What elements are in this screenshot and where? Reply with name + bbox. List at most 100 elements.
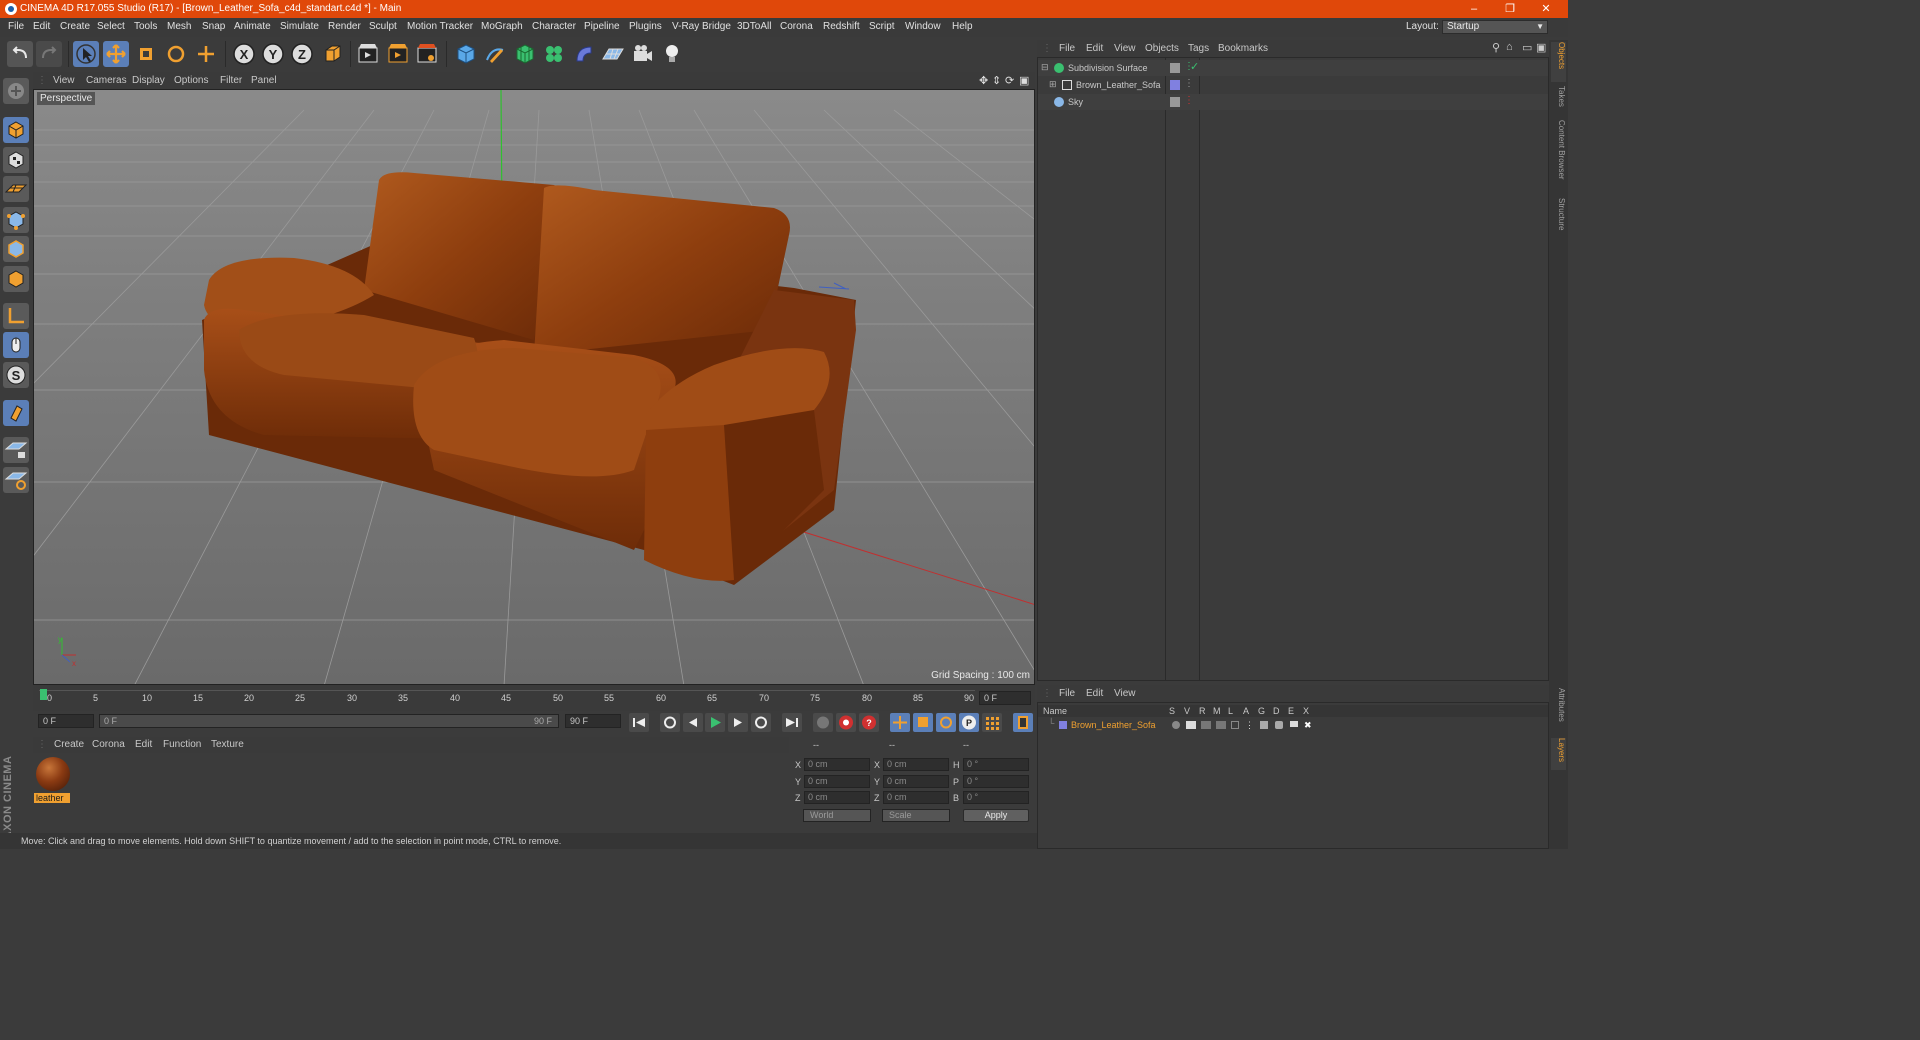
render-toggle-icon[interactable] — [1201, 721, 1211, 729]
collapse-icon[interactable]: ⊟ — [1041, 62, 1049, 73]
menu-pipeline[interactable]: Pipeline — [584, 21, 620, 32]
make-editable-icon[interactable] — [3, 78, 29, 104]
tab-structure[interactable]: Structure — [1551, 198, 1566, 238]
frame-range-slider[interactable]: 0 F 90 F — [99, 714, 559, 728]
key-rotation-icon[interactable] — [936, 713, 956, 732]
snap-icon[interactable]: S — [3, 362, 29, 388]
maximize-view-icon[interactable]: ▣ — [1019, 74, 1029, 87]
render-to-picture-viewer-icon[interactable] — [385, 41, 411, 67]
locked-workplane-icon[interactable] — [3, 437, 29, 463]
size-mode-select[interactable]: Scale — [882, 809, 950, 822]
menu-redshift[interactable]: Redshift — [823, 21, 860, 32]
object-name[interactable]: Sky — [1068, 97, 1083, 107]
texture-mode-icon[interactable] — [3, 147, 29, 173]
pos-x-field[interactable]: 0 cm — [804, 758, 870, 771]
rot-h-field[interactable]: 0 ° — [963, 758, 1029, 771]
vp-menu-filter[interactable]: Filter — [220, 75, 242, 86]
lay-menu-file[interactable]: File — [1059, 688, 1075, 699]
model-mode-icon[interactable] — [3, 117, 29, 143]
x-axis-lock-icon[interactable]: X — [231, 41, 257, 67]
dolly-icon[interactable]: ⇕ — [992, 74, 1001, 87]
expand-icon[interactable]: ⊞ — [1049, 79, 1057, 90]
size-y-field[interactable]: 0 cm — [883, 775, 949, 788]
end-frame-field[interactable]: 90 F — [565, 714, 621, 728]
close-icon[interactable]: ✕ — [1528, 0, 1564, 18]
axis-mode-icon[interactable] — [3, 303, 29, 329]
record-keys-disabled-icon[interactable] — [813, 713, 833, 732]
layout-select[interactable]: Startup ▼ — [1442, 20, 1548, 34]
vp-menu-display[interactable]: Display — [132, 75, 165, 86]
menu-snap[interactable]: Snap — [202, 21, 225, 32]
vp-menu-view[interactable]: View — [53, 75, 75, 86]
menu-mesh[interactable]: Mesh — [167, 21, 191, 32]
menu-simulate[interactable]: Simulate — [280, 21, 319, 32]
rot-b-field[interactable]: 0 ° — [963, 791, 1029, 804]
autokey-icon[interactable]: ? — [859, 713, 879, 732]
expand-icon[interactable]: ▣ — [1536, 41, 1546, 54]
menu-sculpt[interactable]: Sculpt — [369, 21, 397, 32]
rot-p-field[interactable]: 0 ° — [963, 775, 1029, 788]
perspective-viewport[interactable]: y x Perspective Grid Spacing : 100 cm — [33, 89, 1035, 685]
material-name[interactable]: leather — [34, 793, 70, 803]
tab-takes[interactable]: Takes — [1551, 86, 1566, 114]
mat-menu-texture[interactable]: Texture — [211, 739, 244, 750]
restore-icon[interactable]: ❐ — [1492, 0, 1528, 18]
current-frame-field[interactable]: 0 F — [979, 691, 1031, 705]
vp-menu-cameras[interactable]: Cameras — [86, 75, 127, 86]
obj-menu-tags[interactable]: Tags — [1188, 43, 1209, 54]
xref-toggle-icon[interactable]: ✖ — [1304, 720, 1312, 731]
home-icon[interactable]: ⌂ — [1506, 41, 1513, 53]
menu-create[interactable]: Create — [60, 21, 90, 32]
menu-plugins[interactable]: Plugins — [629, 21, 662, 32]
menu-window[interactable]: Window — [905, 21, 941, 32]
mat-menu-corona[interactable]: Corona — [92, 739, 125, 750]
tab-layers[interactable]: Layers — [1551, 738, 1566, 770]
obj-menu-objects[interactable]: Objects — [1145, 43, 1179, 54]
tab-content-browser[interactable]: Content Browser — [1551, 120, 1566, 190]
visibility-dots-icon[interactable]: ⋮ — [1184, 95, 1194, 106]
layer-name[interactable]: Brown_Leather_Sofa — [1071, 720, 1156, 730]
undo-icon[interactable] — [7, 41, 33, 67]
menu-3dtoall[interactable]: 3DToAll — [737, 21, 771, 32]
minimize-icon[interactable]: – — [1456, 0, 1492, 18]
timeline-window-icon[interactable] — [1013, 713, 1033, 732]
lay-menu-view[interactable]: View — [1114, 688, 1136, 699]
coordinate-system-icon[interactable] — [320, 41, 346, 67]
key-scale-icon[interactable] — [913, 713, 933, 732]
key-parameter-icon[interactable]: P — [959, 713, 979, 732]
menu-character[interactable]: Character — [532, 21, 576, 32]
tweak-mode-icon[interactable] — [3, 332, 29, 358]
y-axis-lock-icon[interactable]: Y — [260, 41, 286, 67]
camera-icon[interactable] — [630, 41, 656, 67]
playhead[interactable] — [40, 689, 47, 700]
move-tool-icon[interactable] — [103, 41, 129, 67]
object-row[interactable]: ⊟ Subdivision Surface ⋮ ✓ — [1038, 60, 1548, 76]
lock-toggle-icon[interactable] — [1231, 721, 1239, 729]
obj-menu-view[interactable]: View — [1114, 43, 1136, 54]
obj-menu-file[interactable]: File — [1059, 43, 1075, 54]
live-selection-icon[interactable] — [73, 41, 99, 67]
polygons-mode-icon[interactable] — [3, 266, 29, 292]
layer-row[interactable]: └ Brown_Leather_Sofa ⋮ ✖ — [1038, 718, 1548, 732]
record-active-icon[interactable] — [836, 713, 856, 732]
key-position-icon[interactable] — [890, 713, 910, 732]
light-icon[interactable] — [659, 41, 685, 67]
object-row[interactable]: ⊞ Brown_Leather_Sofa ⋮ — [1038, 77, 1548, 93]
points-mode-icon[interactable] — [3, 207, 29, 233]
play-icon[interactable] — [705, 713, 725, 732]
lay-menu-edit[interactable]: Edit — [1086, 688, 1103, 699]
mat-menu-create[interactable]: Create — [54, 739, 84, 750]
size-z-field[interactable]: 0 cm — [883, 791, 949, 804]
menu-vray-bridge[interactable]: V-Ray Bridge — [672, 21, 731, 32]
size-x-field[interactable]: 0 cm — [883, 758, 949, 771]
object-row[interactable]: Sky ⋮ — [1038, 94, 1548, 110]
pos-y-field[interactable]: 0 cm — [804, 775, 870, 788]
menu-select[interactable]: Select — [97, 21, 125, 32]
tab-attributes[interactable]: Attributes — [1551, 688, 1566, 732]
visibility-dots-icon[interactable]: ⋮ — [1184, 78, 1194, 89]
vp-menu-panel[interactable]: Panel — [251, 75, 277, 86]
pan-icon[interactable]: ✥ — [979, 74, 988, 87]
menu-script[interactable]: Script — [869, 21, 895, 32]
transform-tool-icon[interactable] — [193, 41, 219, 67]
menu-help[interactable]: Help — [952, 21, 973, 32]
